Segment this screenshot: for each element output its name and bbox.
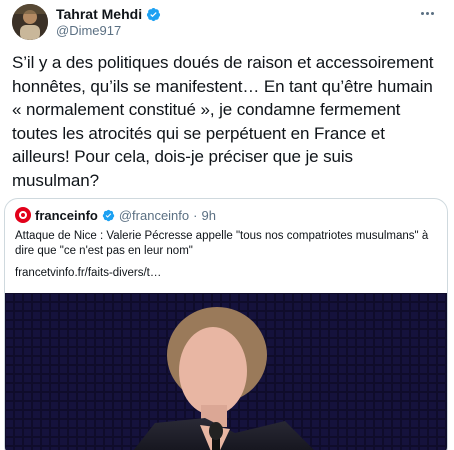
quoted-link[interactable]: francetvinfo.fr/faits-divers/t… xyxy=(15,267,161,279)
author-name-row: Tahrat Mehdi xyxy=(56,6,161,22)
tweet-text: S’il y a des politiques doués de raison … xyxy=(12,53,434,190)
quoted-tweet-card[interactable]: franceinfo @franceinfo · 9h Attaque de N… xyxy=(4,198,448,450)
quoted-time: 9h xyxy=(201,207,216,223)
quoted-header: franceinfo @franceinfo · 9h xyxy=(15,207,216,223)
verified-badge-icon xyxy=(102,209,115,221)
news-photo[interactable] xyxy=(5,293,447,450)
tweet: Tahrat Mehdi @Dime917 S’il y a des polit… xyxy=(0,0,454,450)
quoted-handle: @franceinfo xyxy=(118,207,190,223)
more-options-icon[interactable] xyxy=(416,4,438,22)
quoted-separator: · xyxy=(193,207,198,223)
author-avatar[interactable] xyxy=(12,4,48,40)
quoted-text: Attaque de Nice : Valerie Pécresse appel… xyxy=(15,230,429,257)
franceinfo-logo-icon xyxy=(15,207,31,223)
quoted-display-name: franceinfo xyxy=(35,207,98,223)
author-display-name[interactable]: Tahrat Mehdi xyxy=(56,6,142,22)
author-handle[interactable]: @Dime917 xyxy=(56,23,121,38)
news-photo-illustration xyxy=(5,293,447,450)
user-avatar-icon xyxy=(12,4,48,40)
verified-badge-icon xyxy=(147,7,161,21)
